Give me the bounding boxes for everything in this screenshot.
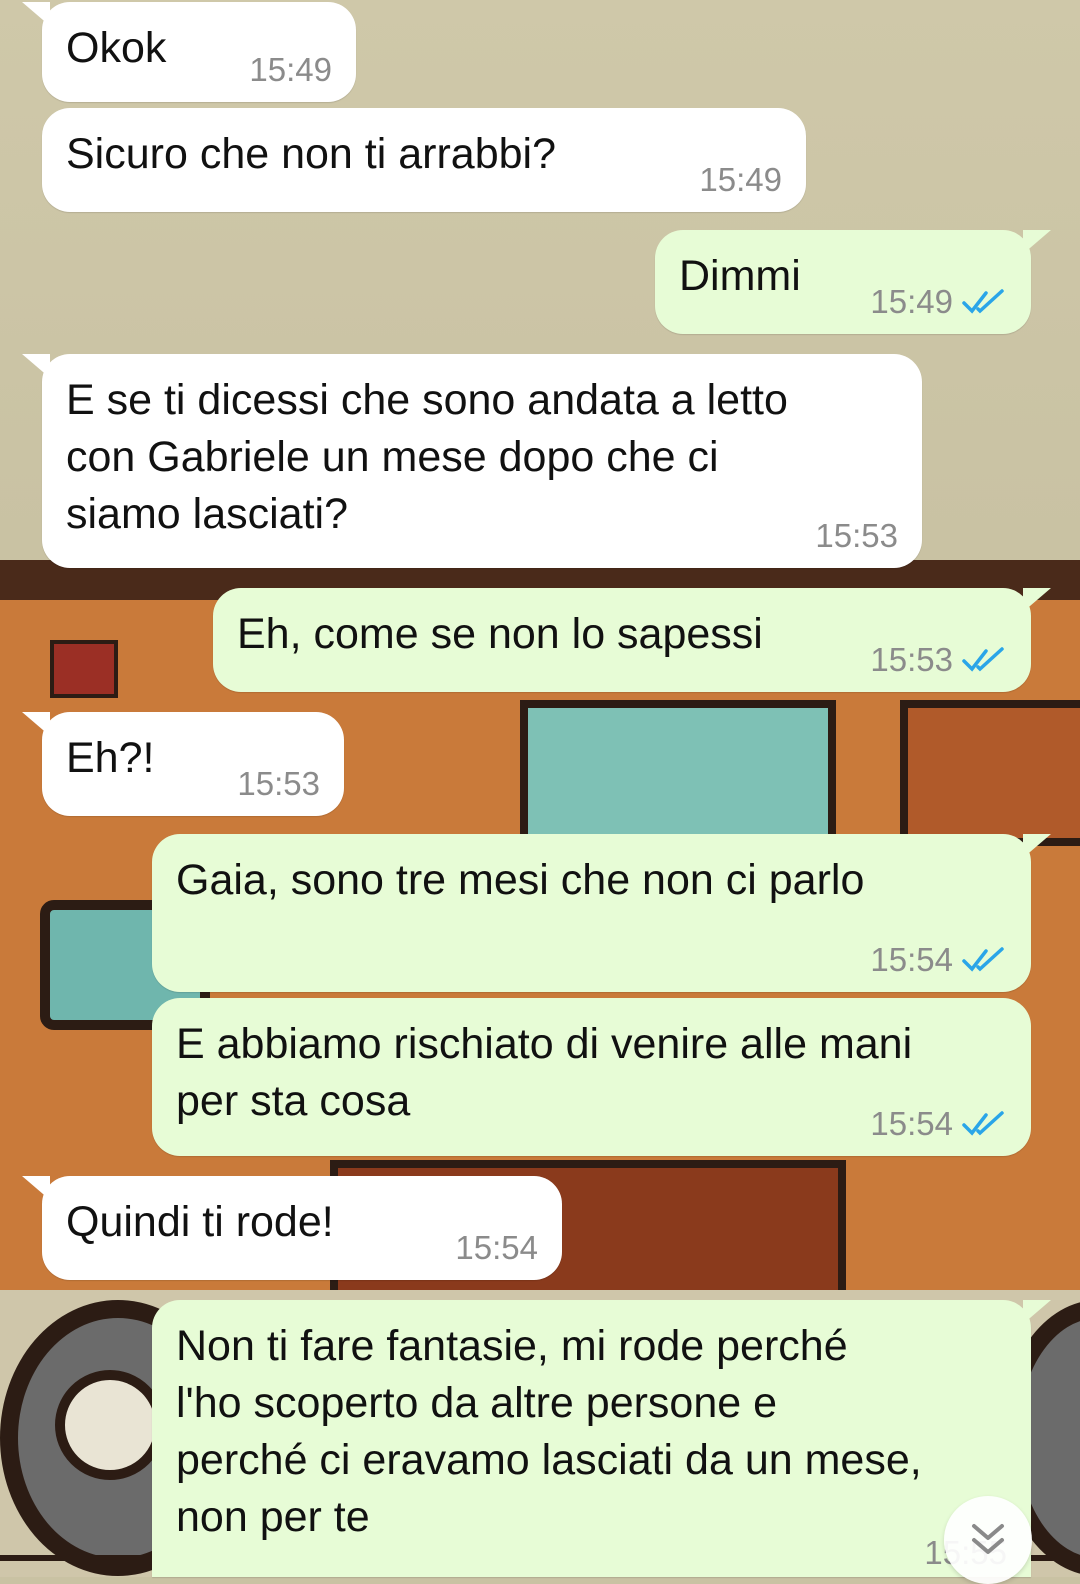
message-outgoing[interactable]: Gaia, sono tre mesi che non ci parlo 15:… (152, 834, 1051, 992)
message-text: E se ti dicessi che sono andata a letto … (66, 376, 788, 538)
message-meta: 15:53 (815, 518, 898, 554)
message-text: Sicuro che non ti arrabbi? (66, 130, 557, 178)
message-time: 15:49 (699, 161, 782, 198)
message-incoming[interactable]: Okok 15:49 (22, 2, 356, 102)
message-meta: 15:54 (455, 1230, 538, 1266)
message-time: 15:49 (249, 51, 332, 88)
double-chevron-down-icon (972, 1524, 1004, 1554)
message-meta: 15:53 (237, 766, 320, 802)
message-meta: 15:49 (699, 162, 782, 198)
message-time: 15:49 (870, 283, 953, 320)
message-incoming[interactable]: Sicuro che non ti arrabbi? 15:49 (42, 108, 806, 212)
message-outgoing[interactable]: Dimmi 15:49 (655, 230, 1051, 334)
scroll-to-bottom-button[interactable] (944, 1496, 1032, 1584)
double-check-icon (962, 947, 1004, 972)
message-meta: 15:54 (870, 1106, 1007, 1142)
message-outgoing[interactable]: Eh, come se non lo sapessi 15:53 (213, 588, 1051, 692)
message-outgoing[interactable]: Non ti fare fantasie, mi rode perché l'h… (152, 1300, 1051, 1577)
message-time: 15:54 (870, 1105, 953, 1142)
message-meta: 15:54 (870, 942, 1007, 978)
double-check-icon (962, 1111, 1004, 1136)
message-meta: 15:49 (249, 52, 332, 88)
message-list[interactable]: Okok 15:49 Sicuro che non ti arrabbi? 15… (0, 0, 1080, 1584)
message-meta: 15:53 (870, 642, 1007, 678)
message-incoming[interactable]: Quindi ti rode! 15:54 (22, 1176, 562, 1280)
message-time: 15:53 (237, 765, 320, 802)
message-time: 15:54 (455, 1229, 538, 1266)
message-text: Gaia, sono tre mesi che non ci parlo (176, 856, 865, 904)
message-outgoing[interactable]: E abbiamo rischiato di venire alle mani … (152, 998, 1031, 1156)
message-text: Non ti fare fantasie, mi rode perché l'h… (176, 1322, 922, 1541)
message-incoming[interactable]: E se ti dicessi che sono andata a letto … (22, 354, 922, 568)
message-time: 15:53 (815, 517, 898, 554)
double-check-icon (962, 647, 1004, 672)
message-time: 15:54 (870, 941, 953, 978)
message-meta: 15:49 (870, 284, 1007, 320)
message-time: 15:53 (870, 641, 953, 678)
message-incoming[interactable]: Eh?! 15:53 (22, 712, 344, 816)
double-check-icon (962, 289, 1004, 314)
